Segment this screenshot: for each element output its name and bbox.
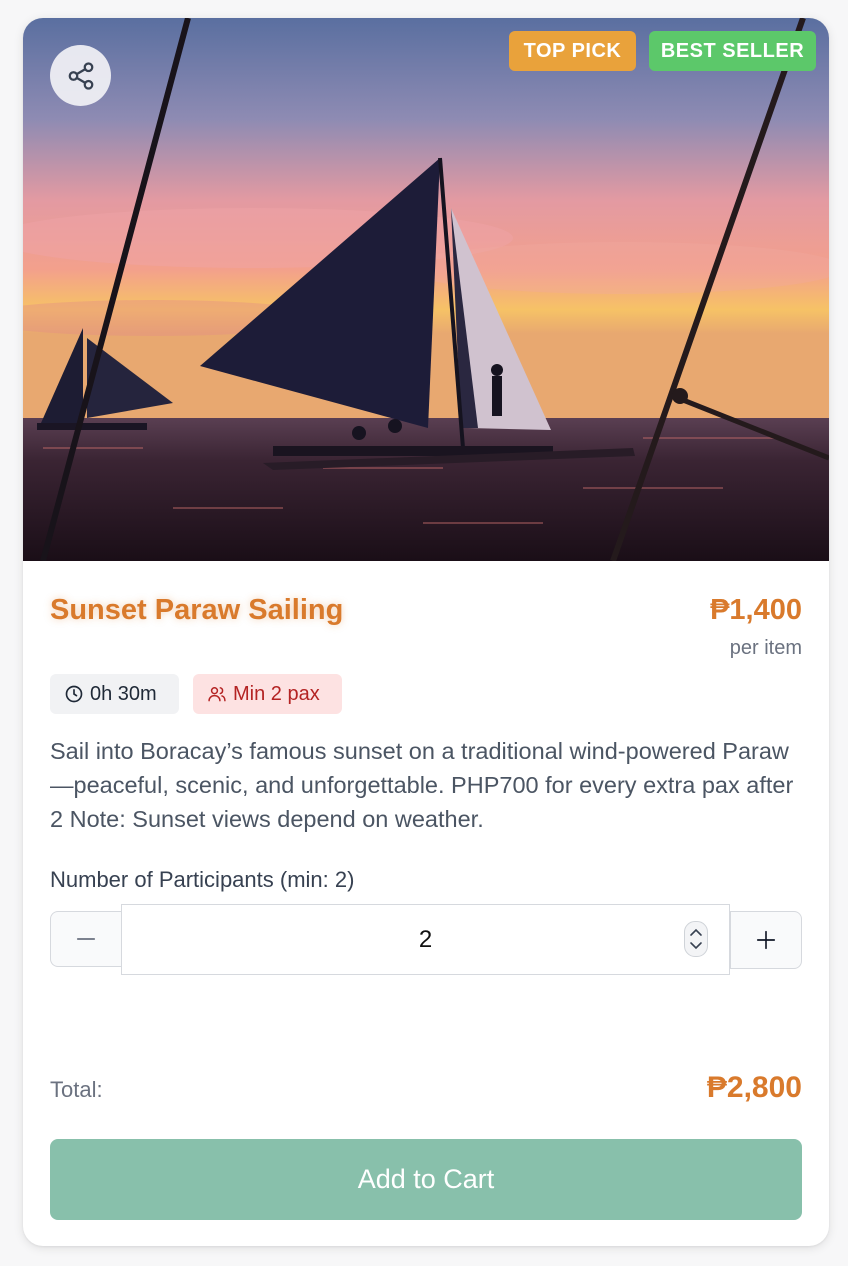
hero-image: TOP PICK BEST SELLER [23,18,829,561]
minus-icon [76,938,96,940]
total-label: Total: [50,1077,103,1102]
add-to-cart-button[interactable]: Add to Cart [50,1139,802,1220]
product-title: Sunset Paraw Sailing [50,594,344,626]
total-value: ₱2,800 [706,1071,802,1104]
product-price: ₱1,400 [710,594,802,626]
min-pax-chip: Min 2 pax [193,674,342,714]
best-seller-badge: BEST SELLER [649,31,816,71]
participants-value: 2 [418,925,433,953]
duration-text: 0h 30m [90,682,157,705]
price-unit: per item [729,637,802,659]
users-icon [208,687,226,702]
product-description: Sail into Boracay’s famous sunset on a t… [50,738,794,832]
decrease-participants-button[interactable] [50,911,121,967]
number-spinner[interactable] [684,921,708,957]
share-button[interactable] [50,45,111,106]
increase-participants-button[interactable] [730,911,802,969]
spinner-arrows-icon [690,928,702,950]
duration-chip: 0h 30m [50,674,179,714]
clock-icon [65,685,83,703]
participants-input[interactable]: 2 [121,904,730,975]
sunset-sailboat-image [23,18,829,561]
share-icon [68,61,93,90]
product-card: TOP PICK BEST SELLER Sunset Paraw Sailin… [23,18,829,1246]
min-pax-text: Min 2 pax [233,682,320,705]
participants-label: Number of Participants (min: 2) [50,867,355,892]
plus-icon [756,930,776,950]
top-pick-badge: TOP PICK [509,31,636,71]
